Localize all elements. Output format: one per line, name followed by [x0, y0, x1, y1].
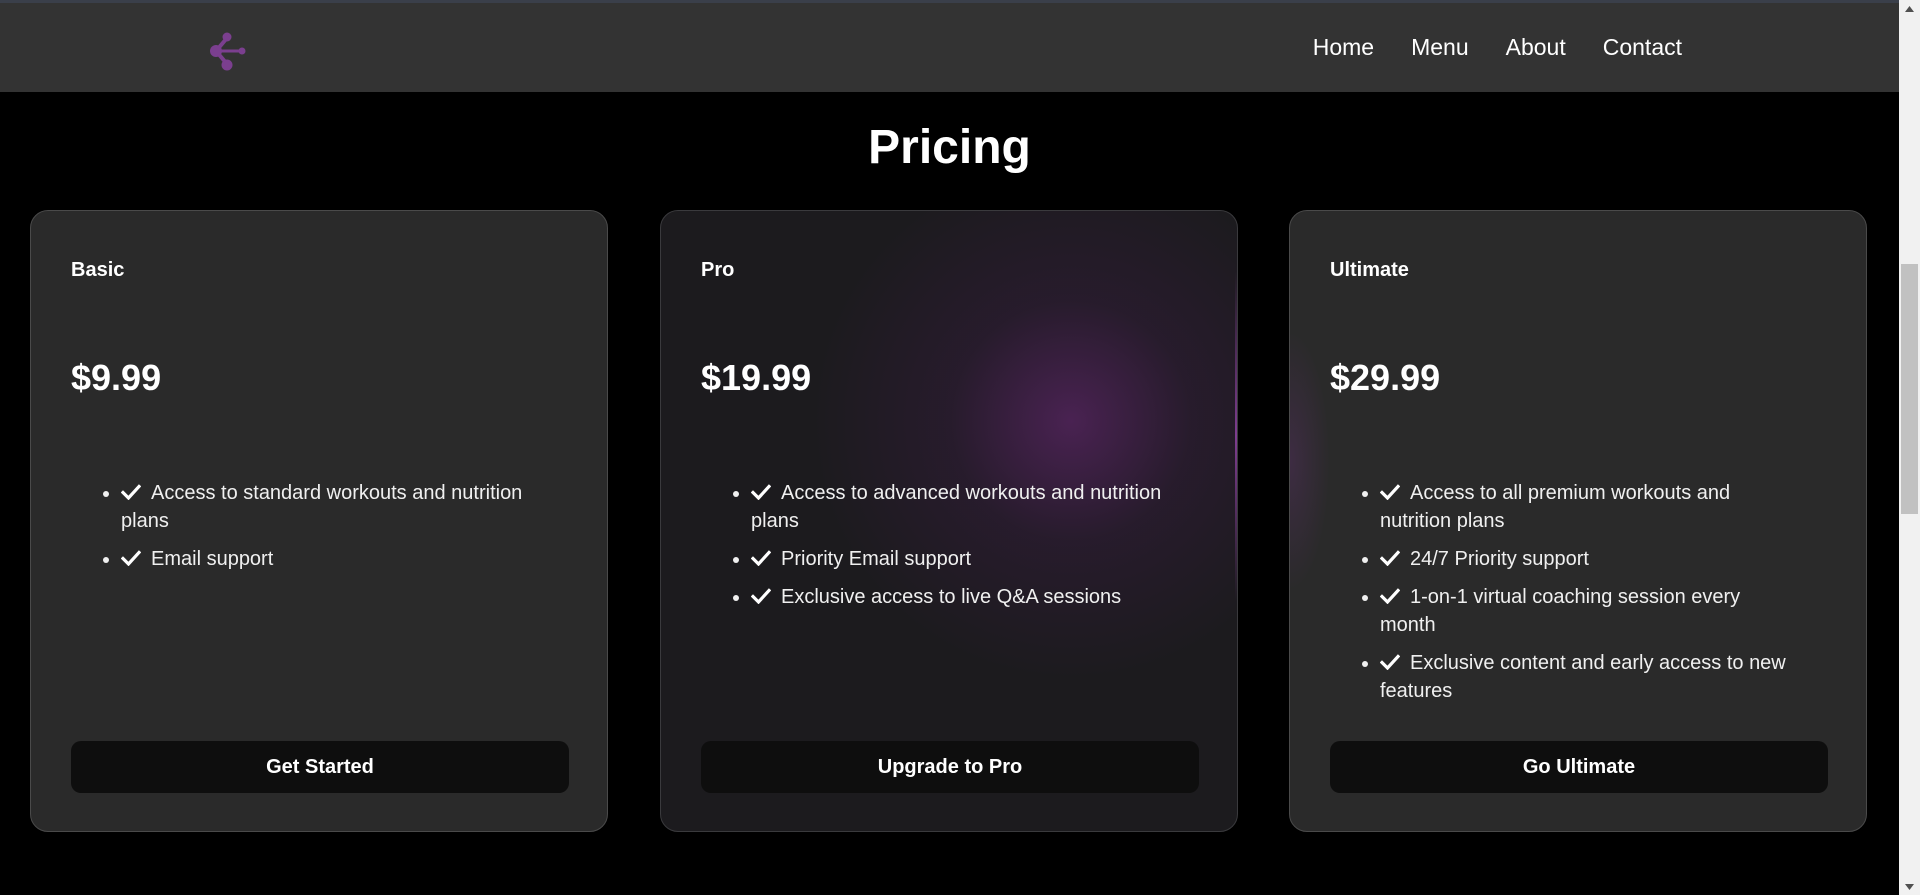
check-icon: [1380, 654, 1400, 670]
card-edge-glow: [1290, 331, 1330, 591]
plan-price: $19.99: [701, 357, 812, 398]
feature-item: Access to standard workouts and nutritio…: [121, 479, 541, 535]
card-edge-glow: [1235, 271, 1237, 601]
pricing-title: Pricing: [868, 121, 1031, 174]
plan-name: Pro: [701, 259, 735, 281]
page: Home Menu About Contact Pricing Basic $9…: [0, 0, 1920, 895]
plan-name: Ultimate: [1330, 259, 1409, 281]
scrollbar-thumb[interactable]: [1901, 264, 1918, 514]
feature-item: 1-on-1 virtual coaching session every mo…: [1380, 583, 1800, 639]
feature-item: Exclusive access to live Q&A sessions: [751, 583, 1171, 611]
plan-name: Basic: [71, 259, 125, 281]
share-nodes-icon[interactable]: [206, 30, 248, 72]
feature-text: Email support: [151, 548, 274, 570]
nav-link-about[interactable]: About: [1506, 34, 1566, 61]
feature-text: Exclusive access to live Q&A sessions: [781, 586, 1122, 608]
check-icon: [751, 484, 771, 500]
check-icon: [1380, 588, 1400, 604]
nav-link-menu[interactable]: Menu: [1411, 34, 1469, 61]
check-icon: [121, 550, 141, 566]
check-icon: [751, 550, 771, 566]
feature-text: Access to advanced workouts and nutritio…: [751, 482, 1162, 532]
scroll-up-arrow-icon[interactable]: [1899, 0, 1920, 17]
viewport: Home Menu About Contact Pricing Basic $9…: [0, 0, 1899, 895]
nav-link-home[interactable]: Home: [1313, 34, 1374, 61]
navbar: Home Menu About Contact: [0, 3, 1899, 92]
feature-item: 24/7 Priority support: [1380, 545, 1800, 573]
feature-text: 1-on-1 virtual coaching session every mo…: [1380, 586, 1741, 636]
feature-item: Access to advanced workouts and nutritio…: [751, 479, 1171, 535]
pricing-card-pro: Pro $19.99 Access to advanced workouts a…: [660, 210, 1238, 832]
plan-price: $29.99: [1330, 357, 1441, 398]
feature-text: Priority Email support: [781, 548, 972, 570]
check-icon: [1380, 550, 1400, 566]
feature-text: Access to all premium workouts and nutri…: [1380, 482, 1731, 532]
pricing-card-ultimate: Ultimate $29.99 Access to all premium wo…: [1289, 210, 1867, 832]
feature-item: Priority Email support: [751, 545, 1171, 573]
feature-item: Access to all premium workouts and nutri…: [1380, 479, 1800, 535]
feature-text: Exclusive content and early access to ne…: [1380, 652, 1786, 702]
check-icon: [1380, 484, 1400, 500]
check-icon: [751, 588, 771, 604]
feature-item: Email support: [121, 545, 541, 573]
feature-item: Exclusive content and early access to ne…: [1380, 649, 1800, 705]
feature-list: Access to all premium workouts and nutri…: [1330, 479, 1800, 715]
feature-text: Access to standard workouts and nutritio…: [121, 482, 523, 532]
feature-text: 24/7 Priority support: [1410, 548, 1589, 570]
go-ultimate-button[interactable]: Go Ultimate: [1330, 741, 1828, 793]
check-icon: [121, 484, 141, 500]
upgrade-to-pro-button[interactable]: Upgrade to Pro: [701, 741, 1199, 793]
scroll-down-arrow-icon[interactable]: [1899, 878, 1920, 895]
feature-list: Access to advanced workouts and nutritio…: [701, 479, 1171, 621]
main-nav: Home Menu About Contact: [1313, 3, 1682, 92]
nav-link-contact[interactable]: Contact: [1603, 34, 1682, 61]
plan-price: $9.99: [71, 357, 162, 398]
pricing-card-basic: Basic $9.99 Access to standard workouts …: [30, 210, 608, 832]
vertical-scrollbar[interactable]: [1899, 0, 1920, 895]
get-started-button[interactable]: Get Started: [71, 741, 569, 793]
feature-list: Access to standard workouts and nutritio…: [71, 479, 541, 583]
